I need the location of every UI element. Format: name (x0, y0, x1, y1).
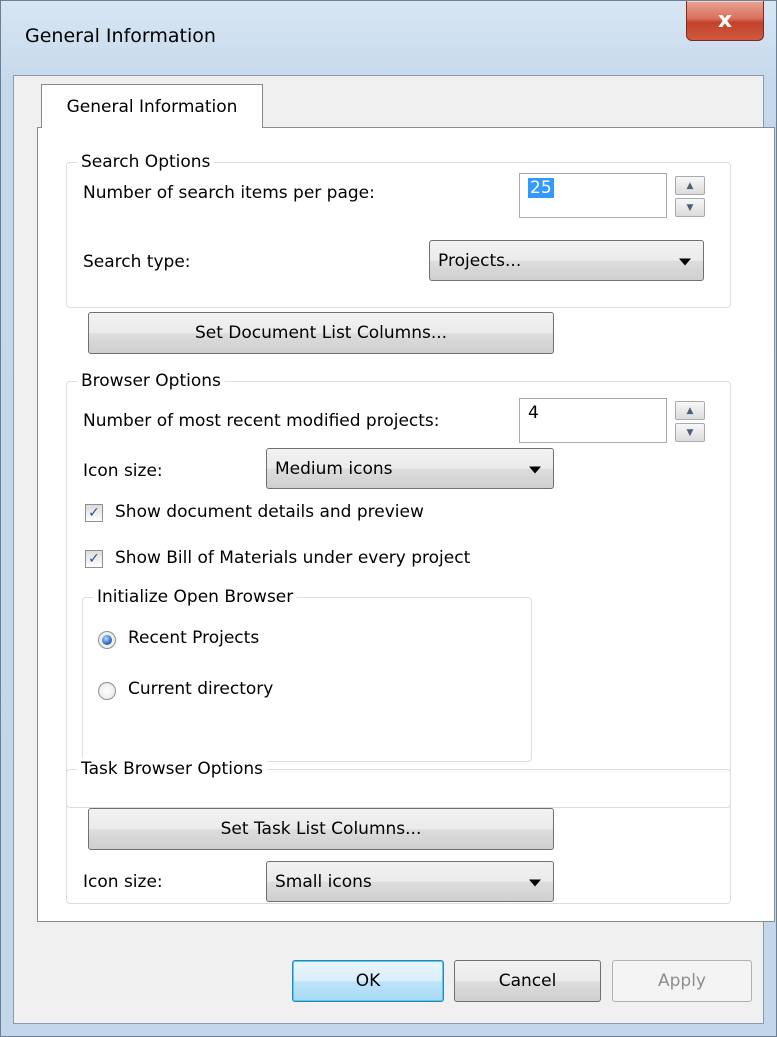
search-type-dropdown[interactable]: Projects... (429, 240, 704, 281)
tab-general-information[interactable]: General Information (41, 84, 263, 128)
items-per-page-label: Number of search items per page: (83, 183, 375, 203)
recent-projects-value: 4 (528, 403, 539, 423)
recent-projects-label: Number of most recent modified projects: (83, 411, 440, 431)
recent-projects-spinner[interactable]: ▲ ▼ (675, 401, 705, 445)
apply-button[interactable]: Apply (612, 960, 752, 1002)
show-bom-checkbox[interactable]: ✓ (85, 550, 103, 568)
radio-current-directory-label[interactable]: Current directory (128, 679, 273, 699)
task-icon-size-value: Small icons (275, 871, 372, 892)
browser-options-legend: Browser Options (77, 370, 225, 392)
task-icon-size-dropdown[interactable]: Small icons (266, 861, 554, 902)
dialog-client-area: General Information Search Options Numbe… (13, 75, 775, 1024)
chevron-down-icon (529, 466, 541, 474)
title-bar[interactable]: General Information x (1, 1, 776, 75)
chevron-down-icon (679, 258, 691, 266)
items-per-page-spinner[interactable]: ▲ ▼ (675, 176, 705, 220)
spin-down-icon[interactable]: ▼ (675, 423, 705, 442)
spin-down-icon[interactable]: ▼ (675, 198, 705, 217)
search-type-value: Projects... (438, 250, 522, 271)
search-type-label: Search type: (83, 252, 191, 272)
tab-panel: Search Options Number of search items pe… (37, 127, 775, 922)
cancel-button[interactable]: Cancel (454, 960, 601, 1002)
radio-current-directory[interactable] (98, 682, 116, 700)
radio-selected-dot (102, 635, 112, 645)
spin-up-icon[interactable]: ▲ (675, 401, 705, 420)
close-icon: x (717, 8, 733, 33)
window-title: General Information (25, 25, 216, 47)
set-task-list-columns-button[interactable]: Set Task List Columns... (88, 808, 554, 850)
show-bom-label[interactable]: Show Bill of Materials under every proje… (115, 548, 470, 568)
items-per-page-input[interactable]: 25 (519, 173, 667, 218)
icon-size-value: Medium icons (275, 458, 393, 479)
items-per-page-value: 25 (528, 178, 554, 198)
init-open-browser-legend: Initialize Open Browser (93, 586, 298, 608)
show-details-checkbox[interactable]: ✓ (85, 504, 103, 522)
check-icon: ✓ (88, 551, 100, 567)
radio-recent-projects[interactable] (98, 631, 116, 649)
chevron-down-icon (529, 879, 541, 887)
check-icon: ✓ (88, 505, 100, 521)
dialog-window: General Information x General Informatio… (0, 0, 777, 1037)
spin-up-icon[interactable]: ▲ (675, 176, 705, 195)
set-document-list-columns-button[interactable]: Set Document List Columns... (88, 312, 554, 354)
search-options-legend: Search Options (77, 151, 215, 173)
task-icon-size-label: Icon size: (83, 872, 163, 892)
radio-recent-projects-label[interactable]: Recent Projects (128, 628, 259, 648)
task-browser-options-legend: Task Browser Options (77, 758, 267, 780)
icon-size-dropdown[interactable]: Medium icons (266, 448, 554, 489)
close-button[interactable]: x (686, 1, 764, 41)
recent-projects-input[interactable]: 4 (519, 398, 667, 443)
show-details-label[interactable]: Show document details and preview (115, 502, 424, 522)
ok-button[interactable]: OK (292, 960, 444, 1002)
icon-size-label: Icon size: (83, 461, 163, 481)
